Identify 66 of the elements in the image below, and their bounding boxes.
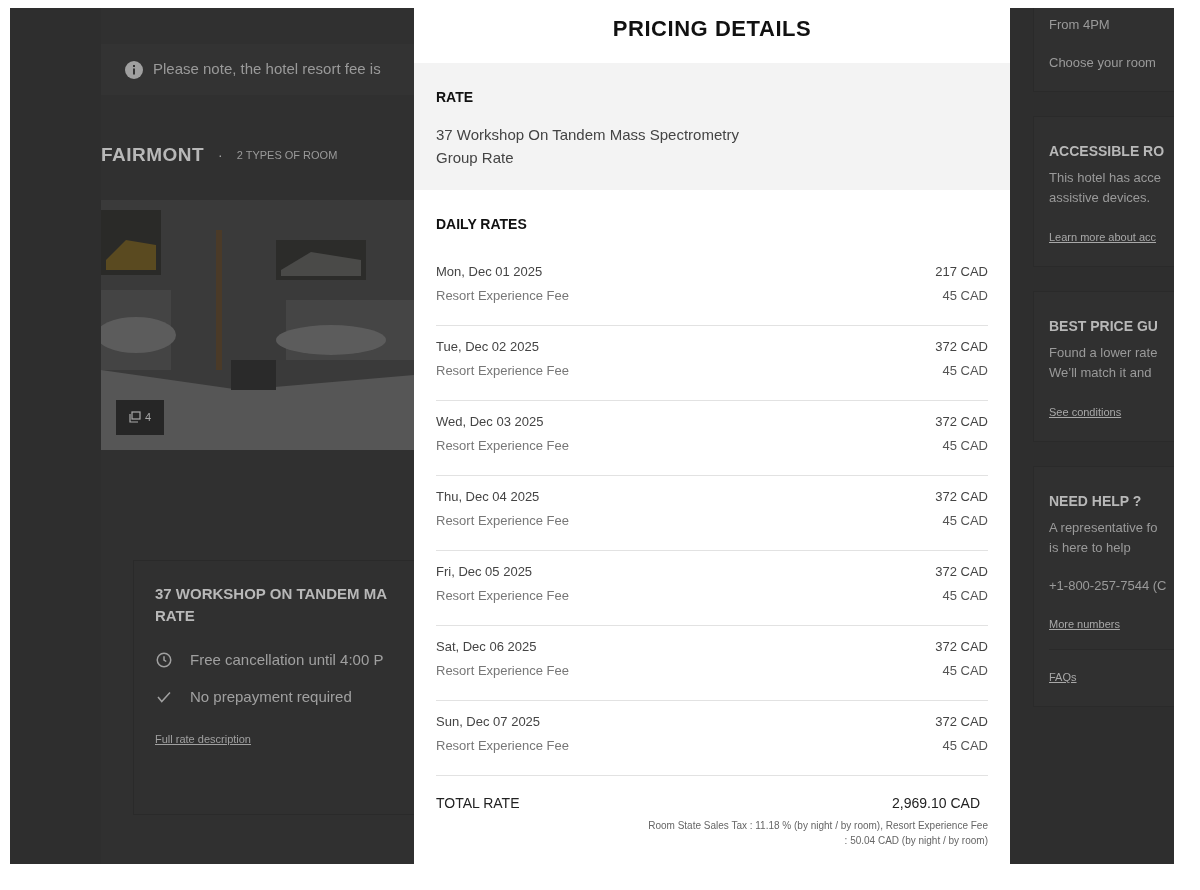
rate-date: Mon, Dec 01 2025: [436, 263, 543, 281]
card-text: assistive devices.: [1049, 188, 1152, 207]
rate-price: 217 CAD: [935, 263, 988, 281]
card-text: From 4PM: [1049, 16, 1111, 34]
card-link[interactable]: Learn more about acc: [1049, 230, 1156, 243]
rate-description: Group Rate: [436, 148, 515, 168]
card-text: We’ll match it and: [1049, 363, 1153, 382]
fee-label: Resort Experience Fee: [436, 287, 569, 305]
rate-date: Wed, Dec 03 2025: [436, 413, 544, 431]
card-link[interactable]: More numbers: [1049, 618, 1120, 630]
fee-label: Resort Experience Fee: [436, 362, 569, 380]
fee-label: Resort Experience Fee: [436, 662, 569, 680]
rate-price: 372 CAD: [935, 563, 988, 581]
card-text: A representative fo: [1049, 518, 1159, 537]
total-value: 2,969.10 CAD: [892, 794, 980, 813]
rate-price: 372 CAD: [935, 488, 988, 506]
rate-date: Sun, Dec 07 2025: [436, 713, 541, 731]
rate-title: RATE: [155, 605, 196, 626]
photo-count-badge[interactable]: 4: [116, 399, 164, 435]
card-text: +1-800-257-7544 (C: [1049, 576, 1168, 595]
card-title: ACCESSIBLE RO: [1049, 141, 1166, 161]
card-title: NEED HELP ?: [1049, 491, 1143, 511]
card-link[interactable]: FAQs: [1049, 671, 1077, 683]
rate-price: 372 CAD: [935, 338, 988, 356]
clock-icon: [155, 650, 173, 669]
info-icon: [125, 60, 143, 79]
fee-amount: 45 CAD: [942, 662, 988, 680]
fee-amount: 45 CAD: [942, 512, 988, 530]
fee-label: Resort Experience Fee: [436, 512, 569, 530]
rate-heading: RATE: [436, 88, 475, 107]
card-text: is here to help: [1049, 538, 1132, 557]
card-link[interactable]: See conditions: [1049, 405, 1122, 418]
fee-label: Resort Experience Fee: [436, 437, 569, 455]
modal-title: PRICING DETAILS: [611, 15, 813, 43]
rate-feature: Free cancellation until 4:00 P: [190, 649, 384, 670]
rate-date: Thu, Dec 04 2025: [436, 488, 540, 506]
daily-rates-heading: DAILY RATES: [436, 215, 528, 234]
fee-amount: 45 CAD: [942, 437, 988, 455]
fee-label: Resort Experience Fee: [436, 587, 569, 605]
card-text: This hotel has acce: [1049, 168, 1162, 187]
gallery-icon: [128, 411, 141, 423]
rate-price: 372 CAD: [935, 638, 988, 656]
rate-price: 372 CAD: [935, 413, 988, 431]
fee-amount: 45 CAD: [942, 737, 988, 755]
tax-note: Room State Sales Tax : 11.18 % (by night / by room), Resort Experience Fee: [648, 819, 988, 833]
card-title: BEST PRICE GU: [1049, 316, 1159, 336]
card-text: Choose your room: [1049, 54, 1157, 72]
rate-price: 372 CAD: [935, 713, 988, 731]
rate-description: 37 Workshop On Tandem Mass Spectrometry: [436, 125, 740, 145]
full-rate-link[interactable]: Full rate description: [155, 730, 251, 747]
room-types: 2 TYPES OF ROOM: [236, 148, 338, 163]
notice-text: Please note, the hotel resort fee is: [153, 59, 381, 80]
rate-date: Tue, Dec 02 2025: [436, 338, 539, 356]
total-label: TOTAL RATE: [436, 794, 520, 813]
fee-amount: 45 CAD: [942, 587, 988, 605]
fee-amount: 45 CAD: [942, 362, 988, 380]
hotel-name: FAIRMONT: [101, 143, 204, 167]
rate-date: Fri, Dec 05 2025: [436, 563, 533, 581]
card-text: Found a lower rate: [1049, 343, 1159, 362]
fee-label: Resort Experience Fee: [436, 737, 569, 755]
rate-feature: No prepayment required: [190, 687, 352, 707]
tax-note: : 50.04 CAD (by night / by room): [844, 834, 988, 848]
rate-title: 37 WORKSHOP ON TANDEM MA: [155, 583, 388, 604]
rate-date: Sat, Dec 06 2025: [436, 638, 537, 656]
separator-dot: ·: [218, 145, 223, 165]
fee-amount: 45 CAD: [942, 287, 988, 305]
